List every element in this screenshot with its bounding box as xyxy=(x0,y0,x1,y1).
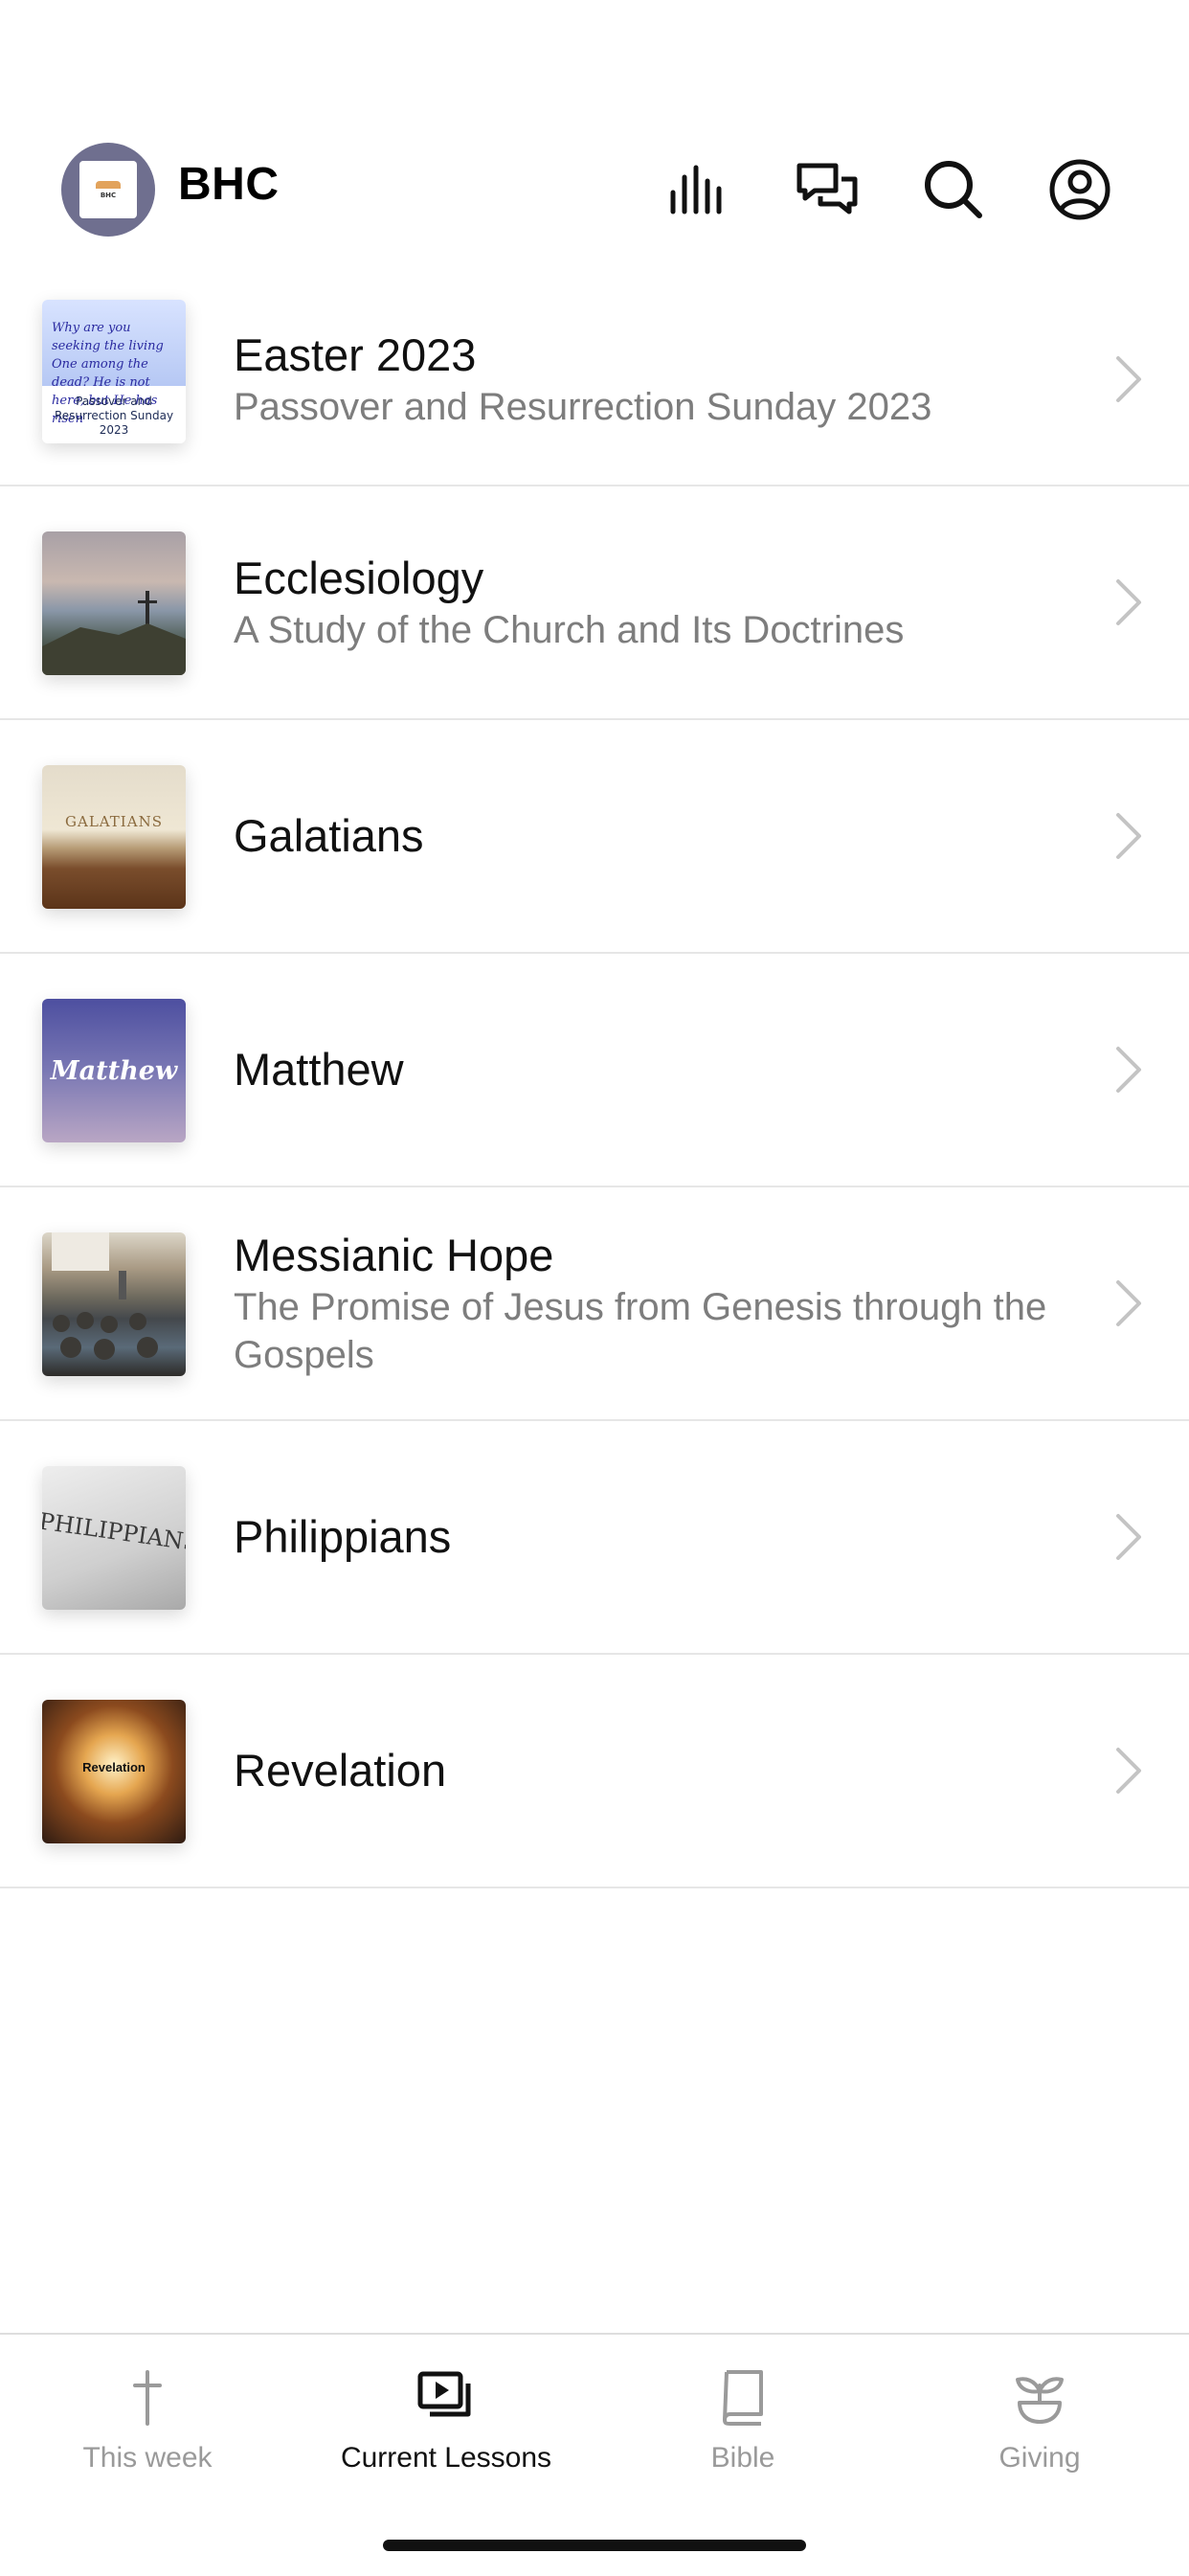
lesson-title: Revelation xyxy=(234,1745,447,1796)
thumbnail-text: PHILIPPIANS xyxy=(42,1507,186,1557)
lesson-text: Philippians xyxy=(234,1421,1074,1653)
church-logo: BHC xyxy=(79,161,137,218)
search-button[interactable] xyxy=(917,153,990,226)
cross-icon xyxy=(133,2370,162,2426)
chevron-right-icon xyxy=(1116,1280,1141,1326)
chat-bubbles-icon xyxy=(796,163,858,215)
logo-text: BHC xyxy=(100,191,117,199)
chevron-right-icon xyxy=(1116,813,1141,859)
lesson-title: Easter 2023 xyxy=(234,328,477,380)
lesson-text: Galatians xyxy=(234,720,1074,952)
messages-button[interactable] xyxy=(791,153,864,226)
lesson-thumbnail xyxy=(42,1232,186,1376)
lesson-row-easter-2023[interactable]: Why are you seeking the living One among… xyxy=(0,273,1189,486)
home-indicator xyxy=(383,2540,806,2551)
thumbnail-text: Revelation xyxy=(82,1760,146,1774)
thumbnail-caption: Passover and Resurrection Sunday 2023 xyxy=(54,395,174,437)
lesson-title: Galatians xyxy=(234,810,424,861)
lesson-row-galatians[interactable]: GALATIANS Galatians xyxy=(0,720,1189,954)
lesson-row-ecclesiology[interactable]: Ecclesiology A Study of the Church and I… xyxy=(0,486,1189,720)
lesson-row-messianic-hope[interactable]: Messianic Hope The Promise of Jesus from… xyxy=(0,1187,1189,1421)
cross-on-mountain-image xyxy=(42,591,186,675)
video-library-icon xyxy=(417,2371,471,2417)
lesson-subtitle: The Promise of Jesus from Genesis throug… xyxy=(234,1286,1047,1376)
logo-mark xyxy=(96,180,121,189)
plant-icon xyxy=(1016,2377,1064,2424)
tab-label: This week xyxy=(82,2442,213,2474)
lesson-text: Messianic Hope The Promise of Jesus from… xyxy=(234,1187,1074,1419)
lesson-thumbnail: GALATIANS xyxy=(42,765,186,909)
lesson-thumbnail: Why are you seeking the living One among… xyxy=(42,300,186,443)
tab-current-lessons[interactable]: Current Lessons xyxy=(341,2358,551,2474)
tab-label: Giving xyxy=(998,2442,1081,2474)
user-circle-icon xyxy=(1049,159,1110,220)
chevron-right-icon xyxy=(1116,579,1141,625)
lesson-list: Why are you seeking the living One among… xyxy=(0,273,1189,1888)
app-title: BHC xyxy=(178,159,280,210)
thumbnail-text: GALATIANS xyxy=(65,813,163,830)
tab-giving[interactable]: Giving xyxy=(944,2358,1135,2474)
lesson-row-revelation[interactable]: Revelation Revelation xyxy=(0,1655,1189,1888)
lesson-thumbnail: Revelation xyxy=(42,1700,186,1843)
lesson-thumbnail: Matthew xyxy=(42,999,186,1142)
lesson-text: Ecclesiology A Study of the Church and I… xyxy=(234,486,1074,718)
lesson-subtitle: A Study of the Church and Its Doctrines xyxy=(234,609,905,651)
tab-this-week[interactable]: This week xyxy=(52,2358,243,2474)
tab-bible[interactable]: Bible xyxy=(647,2358,839,2474)
tab-label: Bible xyxy=(710,2442,775,2474)
profile-button[interactable] xyxy=(1043,153,1116,226)
church-logo-avatar[interactable]: BHC xyxy=(61,143,155,237)
lesson-title: Messianic Hope xyxy=(234,1230,554,1280)
lesson-thumbnail: PHILIPPIANS xyxy=(42,1466,186,1610)
lesson-title: Ecclesiology xyxy=(234,553,484,603)
lesson-row-matthew[interactable]: Matthew Matthew xyxy=(0,954,1189,1187)
chevron-right-icon xyxy=(1116,1748,1141,1794)
chevron-right-icon xyxy=(1116,355,1141,402)
lesson-text: Revelation xyxy=(234,1655,1074,1887)
lesson-title: Philippians xyxy=(234,1511,452,1562)
classroom-image xyxy=(52,1232,158,1360)
tab-label: Current Lessons xyxy=(340,2442,552,2474)
app-header: BHC BHC xyxy=(0,0,1189,273)
lesson-row-philippians[interactable]: PHILIPPIANS Philippians xyxy=(0,1421,1189,1655)
chevron-right-icon xyxy=(1116,1047,1141,1093)
lesson-text: Matthew xyxy=(234,954,1074,1186)
audio-bars-icon xyxy=(670,165,722,215)
lesson-text: Easter 2023 Passover and Resurrection Su… xyxy=(234,273,1074,485)
lesson-subtitle: Passover and Resurrection Sunday 2023 xyxy=(234,385,932,428)
thumbnail-text: Matthew xyxy=(50,1055,178,1086)
audio-button[interactable] xyxy=(662,153,735,226)
search-icon xyxy=(925,161,982,218)
book-icon xyxy=(723,2370,763,2426)
chevron-right-icon xyxy=(1116,1514,1141,1560)
lesson-thumbnail xyxy=(42,531,186,675)
lesson-title: Matthew xyxy=(234,1044,404,1095)
